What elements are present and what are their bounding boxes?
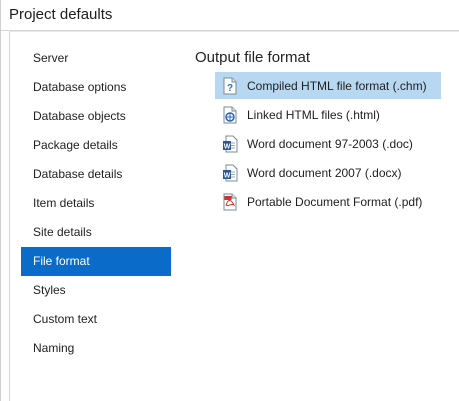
window-title: Project defaults bbox=[9, 6, 113, 23]
nav-item-item-details[interactable]: Item details bbox=[21, 189, 171, 218]
nav-item-custom-text[interactable]: Custom text bbox=[21, 305, 171, 334]
nav-item-database-details[interactable]: Database details bbox=[21, 160, 171, 189]
chm-help-icon: ? bbox=[222, 77, 238, 95]
format-label: Word document 2007 (.docx) bbox=[247, 165, 402, 180]
nav-item-package-details[interactable]: Package details bbox=[21, 131, 171, 160]
nav-item-site-details[interactable]: Site details bbox=[21, 218, 171, 247]
format-option-docx[interactable]: W Word document 2007 (.docx) bbox=[215, 159, 441, 186]
content-panel: Server Database options Database objects… bbox=[9, 31, 459, 401]
format-label: Word document 97-2003 (.doc) bbox=[247, 136, 413, 151]
format-option-chm[interactable]: ? Compiled HTML file format (.chm) bbox=[215, 72, 441, 99]
word-document-icon: W bbox=[222, 135, 238, 153]
section-title: Output file format bbox=[195, 49, 311, 66]
format-label: Linked HTML files (.html) bbox=[247, 107, 380, 122]
format-label: Portable Document Format (.pdf) bbox=[247, 194, 423, 209]
nav-item-file-format[interactable]: File format bbox=[21, 247, 171, 276]
html-document-icon bbox=[222, 106, 238, 124]
title-bar: Project defaults bbox=[1, 0, 459, 31]
nav-item-naming[interactable]: Naming bbox=[21, 334, 171, 363]
nav-item-database-objects[interactable]: Database objects bbox=[21, 102, 171, 131]
svg-text:W: W bbox=[224, 143, 231, 150]
svg-text:W: W bbox=[224, 172, 231, 179]
nav-item-styles[interactable]: Styles bbox=[21, 276, 171, 305]
nav-item-database-options[interactable]: Database options bbox=[21, 73, 171, 102]
output-format-list: ? Compiled HTML file format (.chm) Linke… bbox=[215, 72, 441, 217]
word-document-icon: W bbox=[222, 164, 238, 182]
svg-text:?: ? bbox=[227, 83, 233, 94]
format-option-doc[interactable]: W Word document 97-2003 (.doc) bbox=[215, 130, 441, 157]
project-defaults-window: Project defaults Server Database options… bbox=[0, 0, 459, 401]
format-option-pdf[interactable]: Portable Document Format (.pdf) bbox=[215, 188, 441, 215]
nav-item-server[interactable]: Server bbox=[21, 44, 171, 73]
format-option-html[interactable]: Linked HTML files (.html) bbox=[215, 101, 441, 128]
format-label: Compiled HTML file format (.chm) bbox=[247, 78, 427, 93]
pdf-document-icon bbox=[222, 193, 238, 211]
settings-nav: Server Database options Database objects… bbox=[21, 44, 171, 363]
